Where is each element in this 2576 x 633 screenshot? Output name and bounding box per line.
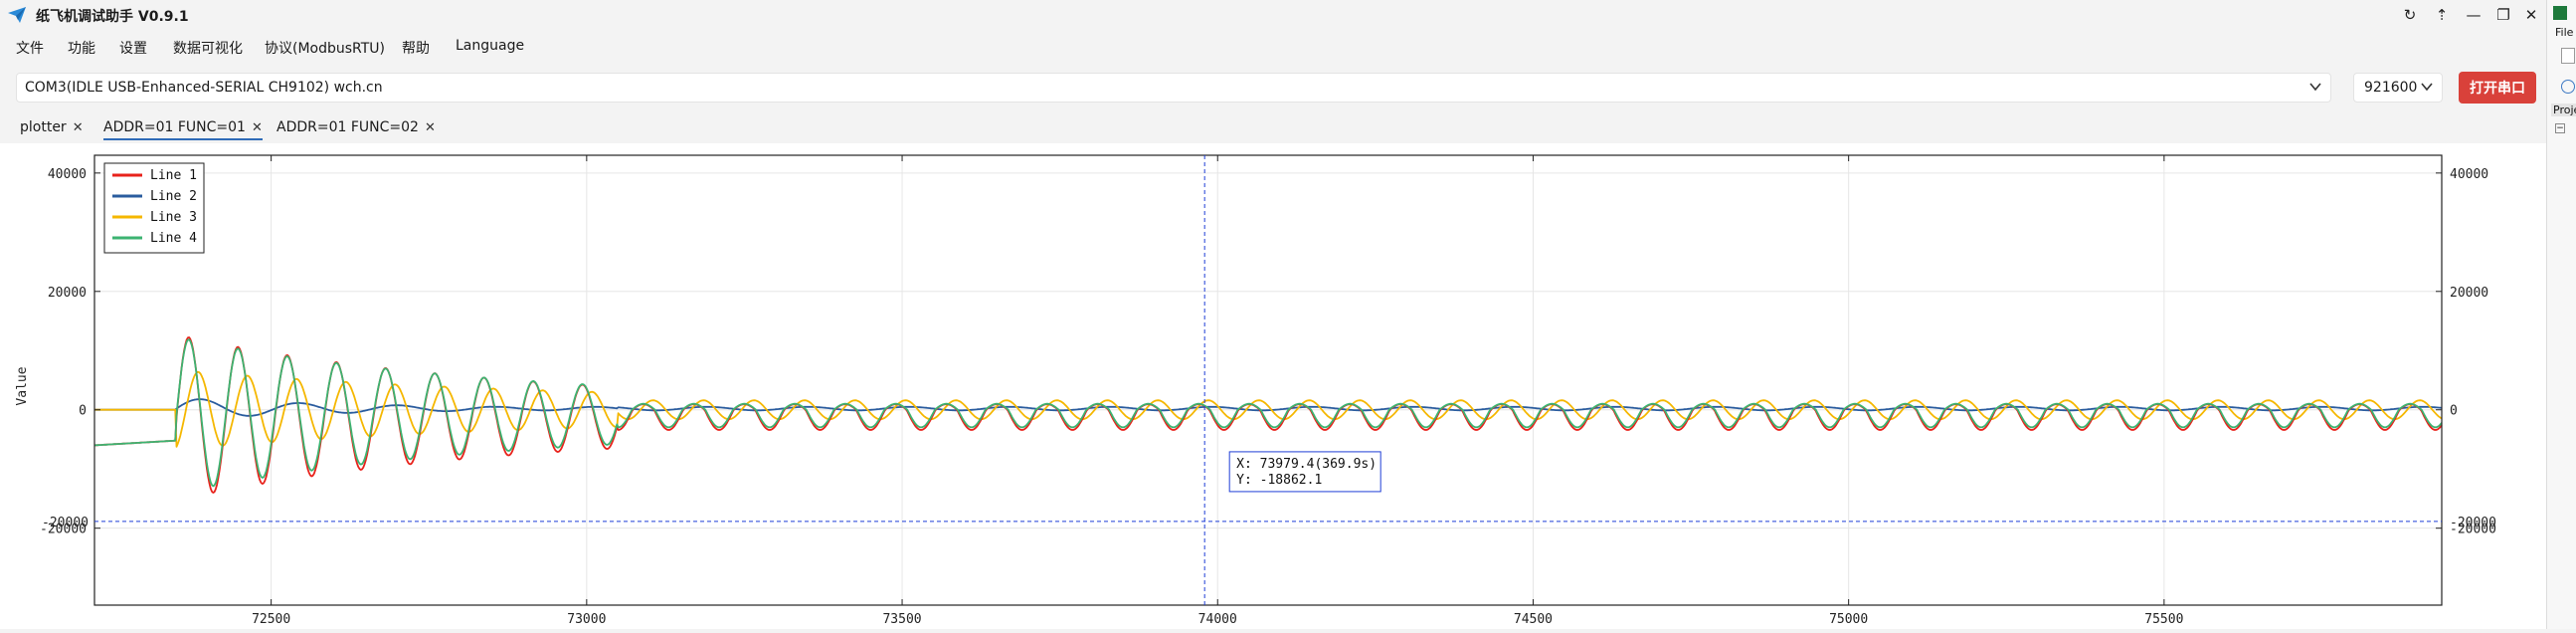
close-icon[interactable]: ✕ <box>73 120 84 135</box>
y-tick-label-right: 40000 <box>2450 167 2488 182</box>
menu-protocol[interactable]: 协议(ModbusRTU) <box>265 38 385 58</box>
legend-entry: Line 2 <box>150 189 197 204</box>
y-tick-label-left: 0 <box>79 404 87 419</box>
connection-toolbar: COM3(IDLE USB-Enhanced-SERIAL CH9102) wc… <box>0 68 2546 109</box>
port-select[interactable]: COM3(IDLE USB-Enhanced-SERIAL CH9102) wc… <box>16 73 2331 103</box>
x-tick-label: 74000 <box>1198 612 1237 627</box>
line-chart[interactable]: 72500 73000 73500 74000 74500 75000 75500 -2000… <box>0 143 2546 629</box>
paper-plane-icon <box>8 7 26 23</box>
excel-icon[interactable] <box>2553 6 2567 20</box>
side-panel: File Proje − <box>2546 0 2576 629</box>
y-tick-label-right: 0 <box>2450 404 2458 419</box>
file-label[interactable]: File <box>2555 26 2573 39</box>
x-tick-label: 72500 <box>252 612 290 627</box>
close-icon[interactable]: ✕ <box>252 120 263 135</box>
tab-label: ADDR=01 FUNC=01 <box>103 119 246 135</box>
tab-label: ADDR=01 FUNC=02 <box>276 119 419 135</box>
menu-data-visualization[interactable]: 数据可视化 <box>173 38 243 58</box>
y-tick-label-left: 20000 <box>48 286 87 301</box>
project-label[interactable]: Proje <box>2551 104 2576 116</box>
baud-rate-select[interactable]: 921600 <box>2353 73 2443 103</box>
menu-bar: 文件 功能 设置 数据可视化 协议(ModbusRTU) 帮助 Language <box>0 34 2546 62</box>
x-tick-label: 73000 <box>567 612 606 627</box>
refresh-icon[interactable]: ↻ <box>2393 3 2427 27</box>
tooltip-x-text: X: 73979.4(369.9s) <box>1236 457 1377 472</box>
tab-bar: plotter ✕ ADDR=01 FUNC=01 ✕ ADDR=01 FUNC… <box>0 113 2546 141</box>
tooltip-y-text: Y: -18862.1 <box>1236 473 1322 488</box>
legend-entry: Line 1 <box>150 168 197 183</box>
legend-entry: Line 4 <box>150 231 197 246</box>
plot-area: 72500 73000 73500 74000 74500 75000 75500 -2000… <box>0 143 2546 629</box>
tab-plotter[interactable]: plotter ✕ <box>20 116 84 138</box>
tab-addr01-func02[interactable]: ADDR=01 FUNC=02 ✕ <box>276 116 436 138</box>
legend-entry: Line 3 <box>150 210 197 225</box>
app-title: 纸飞机调试助手 V0.9.1 <box>36 9 189 25</box>
crosshair-y-label-right: -20000 <box>2450 516 2496 530</box>
gear-icon[interactable] <box>2561 80 2575 94</box>
chevron-down-icon <box>2421 83 2433 92</box>
menu-function[interactable]: 功能 <box>68 38 95 58</box>
tab-addr01-func01[interactable]: ADDR=01 FUNC=01 ✕ <box>103 116 263 140</box>
collapse-icon[interactable]: − <box>2555 123 2565 133</box>
document-icon[interactable] <box>2561 48 2575 64</box>
menu-language[interactable]: Language <box>456 38 524 54</box>
crosshair-y-label-left: -20000 <box>42 516 89 530</box>
y-tick-label-left: 40000 <box>48 167 87 182</box>
minimize-button[interactable]: — <box>2457 3 2490 27</box>
title-bar: 纸飞机调试助手 V0.9.1 ↻ ⇡ — ❐ ✕ <box>0 0 2546 30</box>
x-tick-label: 73500 <box>882 612 921 627</box>
menu-file[interactable]: 文件 <box>16 38 44 58</box>
tab-label: plotter <box>20 119 67 135</box>
x-tick-label: 75000 <box>1829 612 1868 627</box>
chevron-down-icon <box>2309 83 2321 92</box>
close-button[interactable]: ✕ <box>2514 3 2548 27</box>
y-tick-label-right: 20000 <box>2450 286 2488 301</box>
menu-help[interactable]: 帮助 <box>402 38 430 58</box>
menu-settings[interactable]: 设置 <box>119 38 147 58</box>
y-axis-label: Value <box>15 366 30 405</box>
plot-frame <box>93 154 2443 606</box>
pin-icon[interactable]: ⇡ <box>2425 3 2459 27</box>
baud-rate-value: 921600 <box>2364 80 2418 96</box>
x-tick-label: 75500 <box>2144 612 2183 627</box>
port-select-value: COM3(IDLE USB-Enhanced-SERIAL CH9102) wc… <box>25 80 383 96</box>
close-icon[interactable]: ✕ <box>425 120 436 135</box>
open-port-button[interactable]: 打开串口 <box>2459 72 2536 104</box>
x-tick-label: 74500 <box>1514 612 1553 627</box>
